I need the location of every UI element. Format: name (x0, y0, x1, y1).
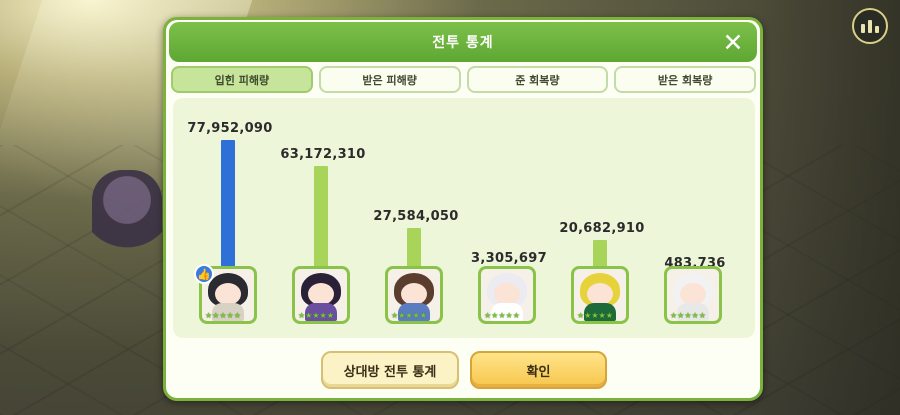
chart-column: 77,952,090 ★ ★ ★ ★ ★ 👍 (187, 94, 272, 324)
portrait-face (587, 283, 613, 305)
star-icon: ★ (605, 311, 613, 320)
dialog-title: 전투 통계 (432, 35, 494, 51)
bar-value-label: 20,682,910 (559, 220, 645, 236)
chart-column: 27,584,050 ★ ★ ★ ★ ★ (373, 94, 458, 324)
tab-damage-dealt[interactable]: 입힌 피해량 (171, 66, 313, 93)
character-portrait[interactable]: ★ ★ ★ ★ ★ (571, 266, 629, 324)
star-icon: ★ (326, 311, 334, 320)
bar-value-label: 3,305,697 (471, 251, 547, 267)
portrait-face (308, 283, 334, 305)
star-rating: ★ ★ ★ ★ ★ (577, 312, 613, 320)
tab-healing-given[interactable]: 준 회복량 (466, 66, 609, 93)
star-icon: ★ (591, 311, 599, 320)
star-icon: ★ (698, 311, 706, 320)
portrait-face (215, 283, 241, 305)
portrait-face (494, 283, 520, 305)
thumbs-up-icon: 👍 (194, 264, 214, 284)
star-icon: ★ (226, 311, 234, 320)
bar-value-label: 63,172,310 (280, 146, 366, 162)
character-portrait[interactable]: ★ ★ ★ ★ ★ (292, 266, 350, 324)
confirm-button[interactable]: 확인 (470, 351, 607, 389)
star-rating: ★ ★ ★ ★ ★ (670, 312, 706, 320)
bar-value-label: 77,952,090 (187, 121, 273, 136)
star-rating: ★ ★ ★ ★ ★ (205, 312, 241, 320)
character-portrait[interactable]: ★ ★ ★ ★ ★ (478, 266, 536, 324)
battle-stats-dialog: 전투 통계 ✕ 입힌 피해량 받은 피해량 준 회복량 받은 회복량 77,95… (163, 17, 763, 401)
background-characters (92, 170, 162, 270)
star-rating: ★ ★ ★ ★ ★ (391, 312, 427, 320)
character-portrait[interactable]: ★ ★ ★ ★ ★ (385, 266, 443, 324)
star-icon: ★ (412, 311, 420, 320)
close-icon[interactable]: ✕ (719, 28, 747, 56)
dialog-header: 전투 통계 ✕ (169, 22, 757, 62)
portrait-face (401, 283, 427, 305)
star-icon: ★ (498, 311, 506, 320)
character-portrait[interactable]: ★ ★ ★ ★ ★ (664, 266, 722, 324)
star-icon: ★ (419, 311, 427, 320)
star-rating: ★ ★ ★ ★ ★ (298, 312, 334, 320)
star-icon: ★ (219, 311, 227, 320)
opponent-stats-button[interactable]: 상대방 전투 통계 (321, 351, 459, 389)
star-icon: ★ (233, 311, 241, 320)
tab-damage-taken[interactable]: 받은 피해량 (318, 66, 461, 93)
chart-bar (221, 140, 235, 276)
stats-icon[interactable] (852, 8, 888, 44)
bar-value-label: 27,584,050 (373, 208, 459, 224)
star-icon: ★ (691, 311, 699, 320)
tab-healing-received[interactable]: 받은 회복량 (614, 66, 756, 93)
stat-tabs: 입힌 피해량 받은 피해량 준 회복량 받은 회복량 (171, 66, 756, 93)
chart-bar (314, 165, 328, 276)
star-icon: ★ (312, 311, 320, 320)
background-shade (760, 0, 900, 415)
chart-column: 483,736 ★ ★ ★ ★ ★ (660, 94, 728, 324)
star-icon: ★ (505, 311, 513, 320)
chart-column: 63,172,310 ★ ★ ★ ★ ★ (280, 94, 365, 324)
portrait-face (680, 283, 706, 305)
star-icon: ★ (319, 311, 327, 320)
star-icon: ★ (684, 311, 692, 320)
damage-chart: 77,952,090 ★ ★ ★ ★ ★ 👍 63,172,310 ★ ★ ★ ★ ★ 27,584,05… (173, 98, 755, 338)
chart-column: 3,305,697 ★ ★ ★ ★ ★ (471, 94, 547, 324)
star-icon: ★ (512, 311, 520, 320)
star-icon: ★ (598, 311, 606, 320)
chart-column: 20,682,910 ★ ★ ★ ★ ★ (559, 94, 644, 324)
star-icon: ★ (405, 311, 413, 320)
star-rating: ★ ★ ★ ★ ★ (484, 312, 520, 320)
